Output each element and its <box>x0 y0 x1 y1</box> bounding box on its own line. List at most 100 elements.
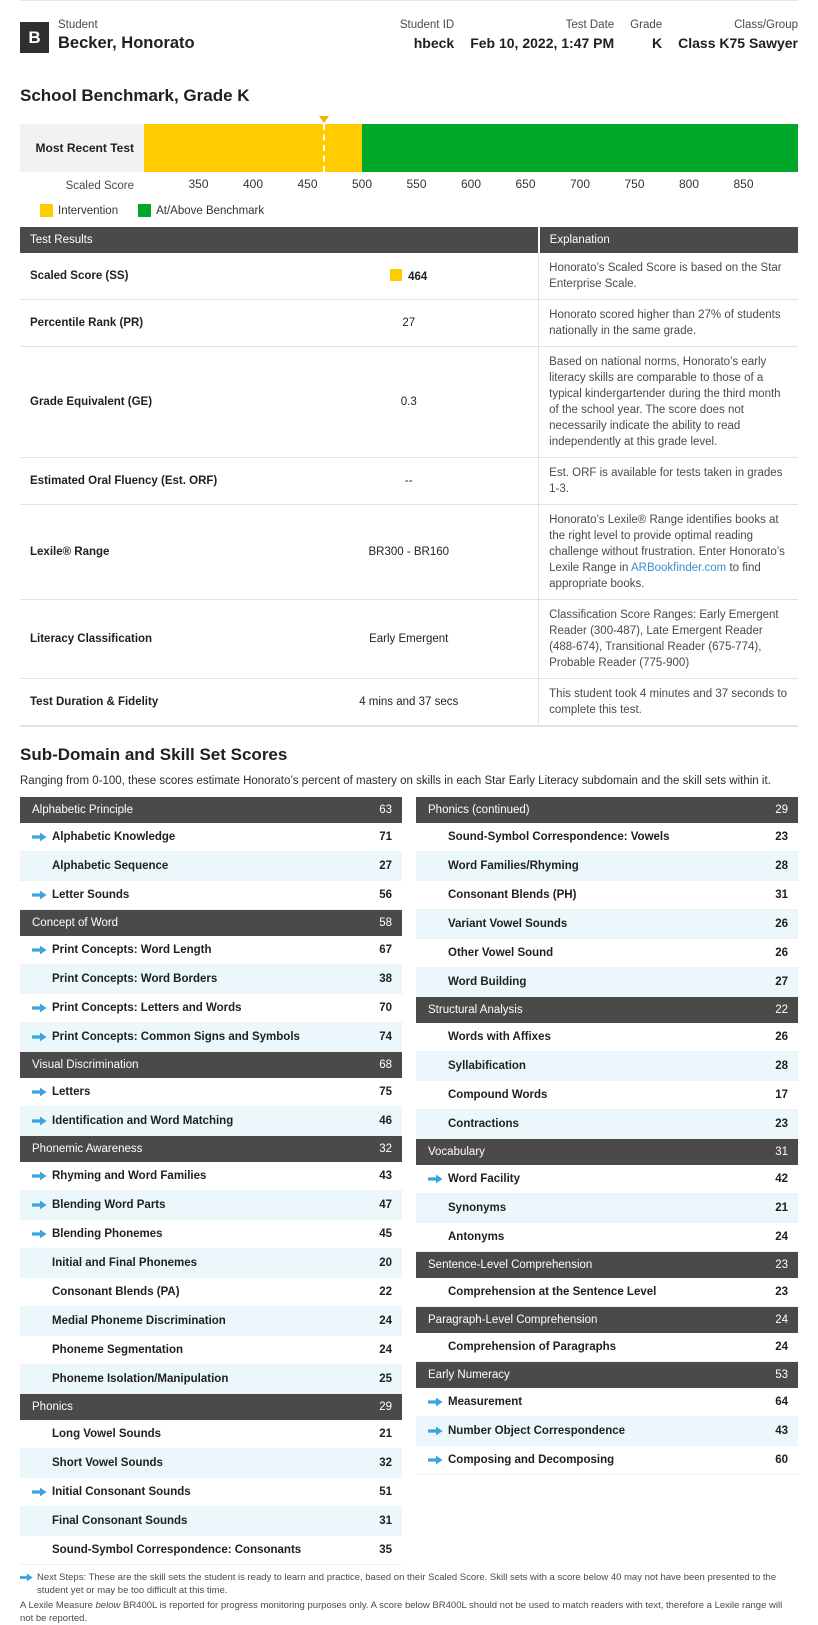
meta-label: Class/Group <box>734 19 798 31</box>
skill-row: Initial and Final Phonemes 20 <box>20 1249 402 1278</box>
student-label: Student <box>58 19 98 31</box>
skill-arrow-slot <box>32 1032 52 1042</box>
benchmark-chip-icon <box>390 269 403 281</box>
next-steps-arrow-icon <box>20 1573 33 1582</box>
skill-name: Number Object Correspondence <box>448 1425 626 1437</box>
subdomain-group-name: Alphabetic Principle <box>32 804 134 816</box>
skill-name: Word Building <box>448 976 527 988</box>
skill-arrow-slot <box>32 945 52 955</box>
subdomain-right-column: Phonics (continued) 29 Sound-Symbol Corres… <box>416 797 798 1565</box>
skill-name: Syllabification <box>448 1060 526 1072</box>
skill-arrow-slot <box>428 1174 448 1184</box>
result-metric-value: 4 mins and 37 secs <box>279 678 539 726</box>
meta-value: K <box>652 35 663 51</box>
benchmark-band-at-above <box>362 124 798 172</box>
skill-row: Initial Consonant Sounds 51 <box>20 1478 402 1507</box>
benchmark-title: School Benchmark, Grade K <box>20 86 250 105</box>
skill-name: Short Vowel Sounds <box>52 1457 163 1469</box>
skill-row: Contractions 23 <box>416 1110 798 1139</box>
footnote-lexile: A Lexile Measure below BR400L is reporte… <box>20 1599 798 1625</box>
skill-row: Identification and Word Matching 46 <box>20 1107 402 1136</box>
subdomain-group-row: Phonemic Awareness 32 <box>20 1136 402 1162</box>
footnote-next-steps: Next Steps: These are the skill sets the… <box>20 1571 798 1597</box>
skill-row: Variant Vowel Sounds 26 <box>416 910 798 939</box>
benchmark-chart: Most Recent Test Scaled Score 350 400 450 5… <box>20 116 798 217</box>
skill-score: 31 <box>379 1515 392 1527</box>
skill-row: Number Object Correspondence 43 <box>416 1417 798 1446</box>
skill-name: Print Concepts: Word Borders <box>52 973 218 985</box>
skill-arrow-slot <box>32 1116 52 1126</box>
skill-score: 43 <box>379 1170 392 1182</box>
skill-score: 25 <box>379 1373 392 1385</box>
skill-row: Sound-Symbol Correspondence: Vowels 23 <box>416 823 798 852</box>
subdomain-group-score: 63 <box>379 804 392 816</box>
skill-row: Medial Phoneme Discrimination 24 <box>20 1307 402 1336</box>
skill-arrow-slot <box>32 1171 52 1181</box>
skill-name: Blending Phonemes <box>52 1228 163 1240</box>
subdomain-title: Sub-Domain and Skill Set Scores <box>20 745 288 764</box>
benchmark-row-label: Most Recent Test <box>20 124 144 172</box>
arbookfinder-link[interactable]: ARBookfinder.com <box>631 562 726 574</box>
avatar: B <box>20 22 49 53</box>
skill-score: 27 <box>775 976 788 988</box>
report-header: B Student Becker, Honorato Student ID hb… <box>20 0 798 54</box>
legend-swatch-icon <box>138 204 152 217</box>
result-explanation: Honorato’s Scaled Score is based on the … <box>538 253 798 300</box>
skill-row: Consonant Blends (PH) 31 <box>416 881 798 910</box>
axis-tick-label: 800 <box>678 177 700 191</box>
skill-arrow-slot <box>32 832 52 842</box>
skill-score: 24 <box>379 1315 392 1327</box>
next-step-arrow-icon <box>32 890 47 900</box>
result-explanation: Honorato scored higher than 27% of stude… <box>538 299 798 347</box>
subdomain-group-row: Phonics 29 <box>20 1394 402 1420</box>
skill-name: Blending Word Parts <box>52 1199 166 1211</box>
result-metric-name: Scaled Score (SS) <box>20 253 280 300</box>
subdomain-group-score: 58 <box>379 917 392 929</box>
skill-score: 21 <box>775 1202 788 1214</box>
skill-score: 71 <box>379 831 392 843</box>
skill-name: Sound-Symbol Correspondence: Consonants <box>52 1544 302 1556</box>
footnote-lexile-pre: A Lexile Measure <box>20 1600 96 1611</box>
subdomain-group-row: Phonics (continued) 29 <box>416 797 798 823</box>
skill-name: Sound-Symbol Correspondence: Vowels <box>448 831 670 843</box>
next-step-arrow-icon <box>32 945 47 955</box>
axis-tick-label: 600 <box>460 177 482 191</box>
skill-name: Contractions <box>448 1118 519 1130</box>
skill-row: Print Concepts: Word Borders 38 <box>20 965 402 994</box>
skill-score: 46 <box>379 1115 392 1127</box>
next-step-arrow-icon <box>32 1032 47 1042</box>
next-step-arrow-icon <box>32 1200 47 1210</box>
axis-tick-label: 500 <box>351 177 373 191</box>
skill-score: 22 <box>379 1286 392 1298</box>
skill-score: 23 <box>775 831 788 843</box>
skill-arrow-slot <box>428 1426 448 1436</box>
skill-score: 56 <box>379 889 392 901</box>
skill-row: Blending Phonemes 45 <box>20 1220 402 1249</box>
meta-value: Class K75 Sawyer <box>678 35 798 51</box>
skill-row: Long Vowel Sounds 21 <box>20 1420 402 1449</box>
subdomain-group-score: 29 <box>775 804 788 816</box>
skill-name: Words with Affixes <box>448 1031 551 1043</box>
axis-ticks: 350 400 450 500 550 600 650 700 750 800 850 <box>144 172 798 200</box>
benchmark-bands <box>144 116 798 172</box>
axis-tick-label: 700 <box>569 177 591 191</box>
subdomain-group-row: Vocabulary 31 <box>416 1139 798 1165</box>
footnotes: Next Steps: These are the skill sets the… <box>20 1571 798 1625</box>
subdomain-group-row: Early Numeracy 53 <box>416 1362 798 1388</box>
skill-row: Measurement 64 <box>416 1388 798 1417</box>
skill-name: Word Families/Rhyming <box>448 860 579 872</box>
skill-name: Alphabetic Sequence <box>52 860 169 872</box>
result-explanation: Based on national norms, Honorato’s earl… <box>538 346 798 458</box>
skill-score: 27 <box>379 860 392 872</box>
skill-arrow-slot <box>32 1200 52 1210</box>
next-step-arrow-icon <box>32 1003 47 1013</box>
benchmark-legend: Intervention At/Above Benchmark <box>20 204 798 217</box>
skill-row: Phoneme Isolation/Manipulation 25 <box>20 1365 402 1394</box>
result-explanation: Est. ORF is available for tests taken in… <box>538 457 798 505</box>
skill-row: Rhyming and Word Families 43 <box>20 1162 402 1191</box>
skill-score: 74 <box>379 1031 392 1043</box>
skill-score: 64 <box>775 1396 788 1408</box>
next-step-arrow-icon <box>32 1487 47 1497</box>
next-step-arrow-icon <box>32 832 47 842</box>
subdomain-group-score: 23 <box>775 1259 788 1271</box>
